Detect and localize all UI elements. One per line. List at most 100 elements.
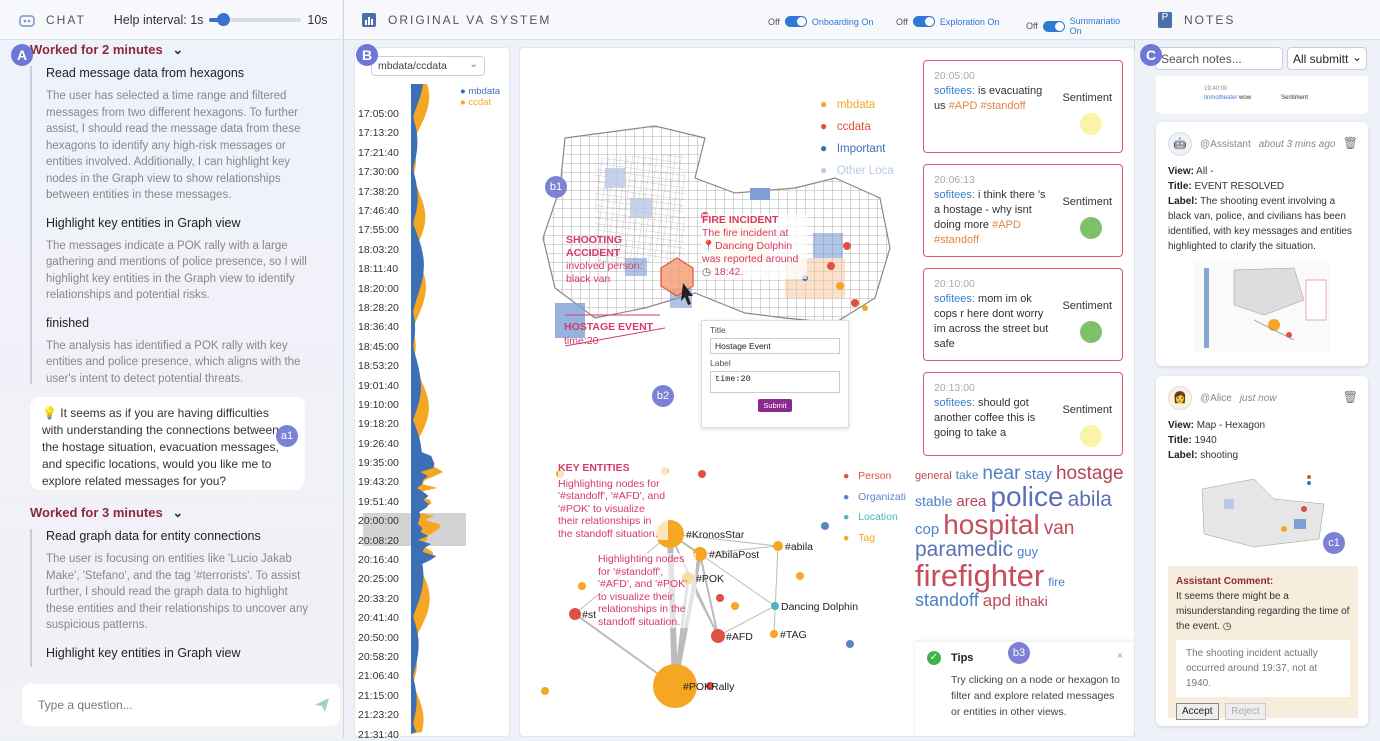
graph-node-minor[interactable]: [541, 687, 549, 695]
trash-icon[interactable]: 🗑: [1343, 136, 1358, 151]
graph-node[interactable]: [712, 630, 724, 642]
cloud-word[interactable]: hostage: [1056, 464, 1124, 483]
timeline-tick: 19:35:00: [358, 457, 399, 469]
cloud-word[interactable]: paramedic: [915, 539, 1013, 560]
submit-button[interactable]: Submit: [758, 399, 792, 412]
trash-icon[interactable]: 🗑: [1343, 390, 1358, 405]
chat-input[interactable]: Type a question...: [22, 684, 340, 726]
graph-node-minor[interactable]: [796, 572, 804, 580]
cloud-word[interactable]: van: [1044, 519, 1075, 538]
cloud-word[interactable]: general: [915, 471, 952, 482]
chat-title: CHAT: [46, 13, 86, 27]
tips-text: Try clicking on a node or hexagon to fil…: [927, 672, 1123, 720]
worked-for-header-1[interactable]: Worked for 2 minutes ⌄: [30, 42, 183, 58]
message-tags: #APD #standoff: [949, 100, 1026, 112]
message-card[interactable]: 20:10:00 sofitees: mom im ok cops r here …: [923, 268, 1123, 361]
accept-button[interactable]: Accept: [1176, 703, 1219, 720]
graph-node[interactable]: [773, 541, 783, 551]
cloud-word[interactable]: take: [956, 469, 979, 481]
search-notes-input[interactable]: Search notes...: [1155, 47, 1283, 70]
assistant-comment-box: Assistant Comment: It seems there might …: [1168, 566, 1358, 718]
timeline-view[interactable]: mbdata/ccdata ⌄ ● mbdata ● ccdat 17:05:0…: [354, 47, 510, 737]
summarization-toggle[interactable]: Off Summariatio On: [1026, 16, 1134, 36]
graph-node[interactable]: [771, 602, 779, 610]
word-cloud[interactable]: general take near stay hostagestable area poli…: [915, 464, 1135, 644]
toggle-switch[interactable]: [913, 16, 935, 27]
timeline-tick: 20:00:00: [358, 515, 399, 527]
message-user: sofitees:: [934, 189, 975, 201]
label-input[interactable]: time:20: [710, 371, 840, 393]
cloud-word[interactable]: fire: [1048, 576, 1065, 588]
help-interval-label: Help interval: 1s: [114, 13, 204, 27]
toggle-switch[interactable]: [1043, 21, 1065, 32]
va-title: ORIGINAL VA SYSTEM: [388, 13, 551, 27]
field-label: Label:: [1168, 196, 1197, 207]
graph-node-minor[interactable]: [578, 582, 586, 590]
clock-icon: ◷: [1223, 621, 1232, 632]
worked-for-header-2[interactable]: Worked for 3 minutes ⌄: [30, 505, 183, 521]
cloud-word[interactable]: guy: [1017, 545, 1038, 558]
notes-title: NOTES: [1184, 13, 1235, 27]
slider-handle[interactable]: [217, 13, 230, 26]
time-value: 18:42.: [714, 266, 743, 278]
timeline-stream[interactable]: [411, 84, 471, 738]
message-time: 20:10:00: [934, 277, 1112, 292]
note-card-assistant[interactable]: 🤖 @Assistant about 3 mins ago 🗑 View: Al…: [1156, 122, 1368, 366]
send-icon[interactable]: [314, 697, 330, 713]
timeline-tick: 20:16:40: [358, 554, 399, 566]
timeline-tick: 19:26:40: [358, 438, 399, 450]
cloud-word[interactable]: abila: [1068, 489, 1112, 510]
note-card-partial[interactable]: 19:40:00 tinmotheater wow Sentiment: [1156, 76, 1368, 114]
toggle-on: Onboarding On: [812, 17, 874, 27]
label-b: B: [356, 44, 378, 66]
cloud-word[interactable]: cop: [915, 522, 939, 537]
cloud-word[interactable]: firefighter: [915, 560, 1044, 591]
onboarding-toggle[interactable]: Off Onboarding On: [768, 16, 873, 27]
graph-node-minor[interactable]: [846, 640, 854, 648]
dataset-select[interactable]: mbdata/ccdata ⌄: [371, 56, 485, 76]
graph-node-minor[interactable]: [821, 522, 829, 530]
message-card[interactable]: 20:06:13 sofitees: i think there 's a hos…: [923, 164, 1123, 257]
title-input[interactable]: Hostage Event: [710, 338, 840, 354]
cloud-word[interactable]: stable: [915, 494, 952, 508]
input-value: time:20: [715, 374, 751, 384]
timeline-tick: 19:10:00: [358, 399, 399, 411]
alice-avatar: 👩: [1168, 386, 1192, 410]
graph-node-minor[interactable]: [716, 594, 724, 602]
cloud-word[interactable]: standoff: [915, 591, 979, 609]
toggle-switch[interactable]: [785, 16, 807, 27]
graph-legend-label: Tag: [858, 532, 875, 544]
note-time: just now: [1240, 391, 1277, 406]
close-icon[interactable]: ×: [1117, 648, 1123, 664]
help-interval-slider[interactable]: [209, 18, 301, 22]
graph-node-minor[interactable]: [698, 470, 706, 478]
assistant-suggestion-bubble[interactable]: 💡 It seems as if you are having difficul…: [30, 397, 305, 490]
graph-node[interactable]: [570, 609, 580, 619]
exploration-toggle[interactable]: Off Exploration On: [896, 16, 999, 27]
cloud-word[interactable]: ithaki: [1015, 594, 1048, 608]
graph-node-minor[interactable]: [731, 602, 739, 610]
sentiment-indicator: [1080, 321, 1102, 343]
graph-legend-item: ● Location: [843, 507, 906, 528]
cloud-word[interactable]: police: [990, 483, 1063, 511]
graph-node-label: Dancing Dolphin: [781, 601, 858, 613]
chevron-down-icon: ⌄: [1352, 50, 1362, 64]
cloud-word[interactable]: area: [956, 494, 986, 509]
key-entities-annotation: KEY ENTITIES Highlighting nodes for '#st…: [558, 462, 668, 540]
comment-title: Assistant Comment:: [1176, 574, 1350, 589]
cloud-word[interactable]: apd: [983, 592, 1011, 609]
reject-button[interactable]: Reject: [1225, 703, 1265, 720]
map-legend-item: ● Important: [820, 138, 894, 160]
message-card[interactable]: 20:05:00 sofitees: is evacuating us #APD …: [923, 60, 1123, 153]
graph-legend-label: Organizati: [858, 491, 906, 503]
timeline-tick: 18:53:20: [358, 360, 399, 372]
cloud-word[interactable]: hospital: [943, 511, 1040, 539]
field-label: Label:: [1168, 450, 1197, 461]
cloud-word[interactable]: stay: [1024, 467, 1052, 482]
message-card[interactable]: 20:13:00 sofitees: should got another cof…: [923, 372, 1123, 456]
map-legend-item: ● Other Loca: [820, 160, 894, 182]
graph-node[interactable]: [770, 630, 778, 638]
chart-icon: [362, 13, 376, 27]
submission-filter-select[interactable]: All submitt ⌄: [1287, 47, 1367, 70]
comment-text: It seems there might be a misunderstandi…: [1176, 589, 1350, 634]
